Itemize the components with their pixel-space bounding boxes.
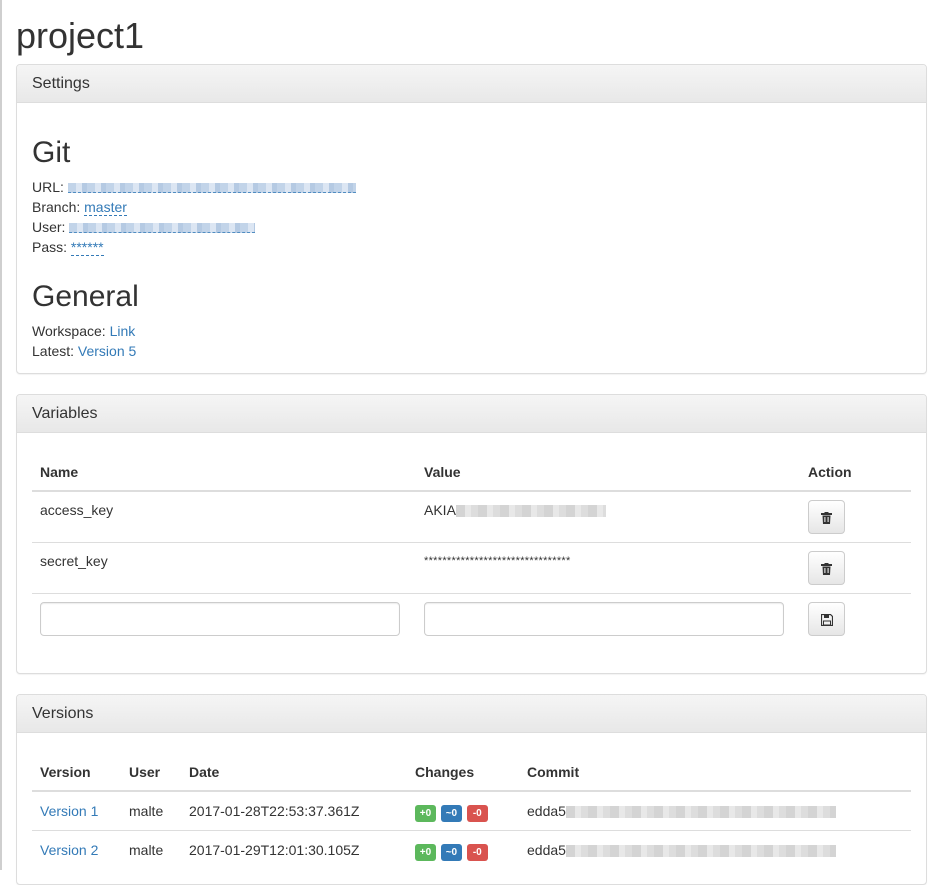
version-date: 2017-01-28T22:53:37.361Z (189, 802, 360, 819)
versions-panel: Versions Version User Date Changes Commi… (16, 693, 927, 885)
git-branch-label: Branch: (32, 199, 81, 215)
version-commit: edda5 (519, 829, 911, 869)
workspace-row: Workspace: Link (32, 321, 911, 341)
commit-prefix: edda5 (527, 841, 566, 858)
col-date: Date (181, 747, 407, 792)
variables-heading: Variables (17, 395, 926, 433)
git-pass-value[interactable]: ****** (70, 239, 104, 256)
version-user: malte (121, 829, 181, 869)
settings-heading: Settings (17, 65, 926, 103)
variable-value-redacted (455, 505, 606, 518)
table-row: Version 1 malte 2017-01-28T22:53:37.361Z… (32, 791, 911, 831)
versions-heading: Versions (17, 694, 926, 733)
modified-badge: ~0 (440, 804, 462, 822)
col-name: Name (32, 448, 416, 492)
deleted-badge: -0 (466, 843, 488, 861)
floppy-disk-icon (820, 614, 833, 627)
col-value: Value (416, 448, 800, 492)
new-variable-row (32, 593, 911, 645)
version-changes: +0 ~0 -0 (407, 791, 519, 831)
version-link[interactable]: Version 1 (40, 803, 98, 819)
versions-header-row: Version User Date Changes Commit (32, 747, 911, 792)
latest-version-link[interactable]: Version 5 (78, 343, 136, 359)
col-commit: Commit (519, 747, 911, 792)
versions-table: Version User Date Changes Commit Version… (32, 747, 911, 869)
git-url-value-redacted[interactable] (67, 183, 356, 194)
deleted-badge: -0 (466, 804, 488, 822)
modified-badge: ~0 (440, 843, 462, 861)
new-variable-name-input[interactable] (40, 602, 400, 636)
table-row: Version 2 malte 2017-01-29T12:01:30.105Z… (32, 829, 911, 869)
git-user-row: User: (32, 217, 911, 237)
col-user: User (121, 747, 181, 792)
version-commit: edda5 (519, 791, 911, 831)
git-title: Git (32, 136, 71, 169)
page-title: project1 (16, 15, 145, 56)
latest-label: Latest: (32, 343, 75, 359)
variable-value-prefix: AKIA (424, 502, 456, 518)
new-variable-action (800, 593, 911, 645)
git-branch-value[interactable]: master (84, 199, 127, 216)
git-user-value-redacted[interactable] (69, 223, 256, 234)
workspace-link[interactable]: Link (110, 323, 136, 339)
latest-row: Latest: Version 5 (32, 341, 911, 361)
version-cell: Version 2 (32, 829, 121, 869)
variables-table: Name Value Action access_key AKIA secret… (32, 448, 911, 645)
col-action: Action (800, 448, 911, 492)
page: project1 Settings Git URL: Branch: maste… (2, 0, 934, 885)
variables-body: Name Value Action access_key AKIA secret… (17, 433, 926, 673)
versions-body: Version User Date Changes Commit Version… (17, 733, 926, 884)
variable-name: secret_key (32, 542, 416, 594)
git-url-label: URL: (32, 179, 64, 195)
general-title: General (32, 280, 139, 313)
variable-value: AKIA (416, 491, 800, 543)
added-badge: +0 (415, 804, 436, 822)
variable-action (800, 542, 911, 594)
version-changes: +0 ~0 -0 (407, 829, 519, 869)
save-variable-button[interactable] (808, 602, 845, 636)
commit-hash-redacted (565, 805, 836, 818)
new-variable-value-cell (416, 593, 800, 645)
table-row: access_key AKIA (32, 491, 911, 543)
variables-panel: Variables Name Value Action access_key A… (16, 394, 927, 674)
delete-variable-button[interactable] (808, 500, 845, 534)
git-branch-row: Branch: master (32, 197, 911, 217)
table-row: secret_key *****************************… (32, 542, 911, 594)
new-variable-value-input[interactable] (424, 602, 784, 636)
commit-hash-redacted (565, 844, 836, 857)
variable-name: access_key (40, 502, 114, 518)
git-pass-row: Pass: ****** (32, 237, 911, 257)
col-changes: Changes (407, 747, 519, 792)
version-date: 2017-01-29T12:01:30.105Z (181, 829, 407, 869)
settings-panel: Settings Git URL: Branch: master User: P… (16, 64, 927, 374)
added-badge: +0 (415, 843, 436, 861)
git-pass-label: Pass: (32, 239, 68, 255)
git-user-label: User: (32, 219, 66, 235)
delete-variable-button[interactable] (808, 551, 845, 585)
workspace-label: Workspace: (32, 323, 106, 339)
col-version: Version (32, 747, 121, 792)
settings-body: Git URL: Branch: master User: Pass: ****… (17, 103, 926, 373)
version-link[interactable]: Version 2 (40, 842, 98, 858)
variable-value: ******************************** (416, 542, 800, 594)
new-variable-name-cell (32, 593, 416, 645)
git-url-row: URL: (32, 177, 911, 197)
variables-header-row: Name Value Action (32, 448, 911, 492)
trash-icon (821, 512, 832, 525)
version-user: malte (129, 802, 164, 819)
variable-action (800, 491, 911, 543)
commit-prefix: edda5 (527, 802, 566, 819)
trash-icon (821, 563, 832, 576)
version-cell: Version 1 (32, 791, 121, 831)
